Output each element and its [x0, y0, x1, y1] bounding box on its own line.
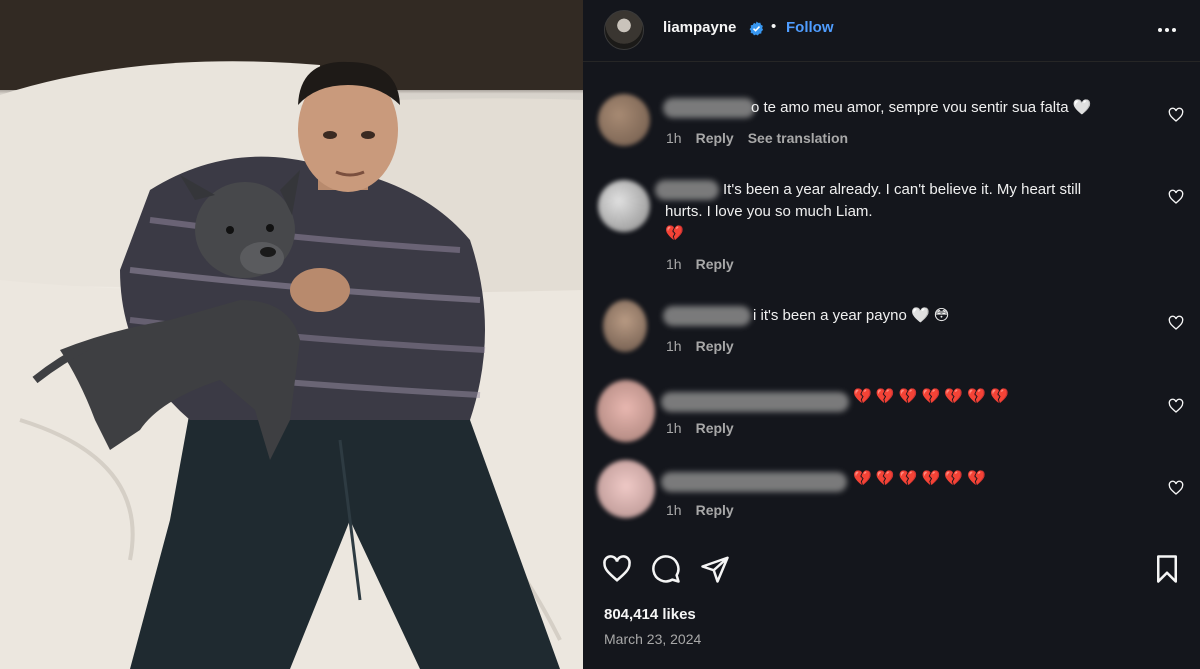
reply-button[interactable]: Reply [696, 502, 734, 518]
comment-like-heart-icon[interactable] [1168, 107, 1184, 123]
commenter-avatar[interactable] [597, 380, 655, 442]
commenter-avatar[interactable] [603, 300, 647, 352]
comment-text: o te amo meu amor, sempre vou sentir sua… [751, 99, 1092, 116]
comment-time: 1h [666, 256, 682, 272]
comment-like-heart-icon[interactable] [1168, 315, 1184, 331]
commenter-avatar[interactable] [598, 94, 650, 146]
paper-plane-icon[interactable] [700, 554, 730, 584]
verified-badge-icon [749, 21, 764, 36]
author-avatar[interactable] [604, 10, 644, 50]
commenter-avatar[interactable] [597, 460, 655, 518]
reply-button[interactable]: Reply [696, 130, 734, 146]
more-options-icon[interactable] [1153, 18, 1181, 42]
comment-text-line3: 💔 [665, 225, 684, 242]
reply-button[interactable]: Reply [696, 256, 734, 272]
comment-meta: 1h Reply [666, 338, 734, 354]
comment-text-line1: It's been a year already. I can't believ… [723, 181, 1082, 198]
post-action-bar [583, 548, 1200, 592]
comment-item: It's been a year already. I can't believ… [583, 176, 1200, 286]
comment-time: 1h [666, 338, 682, 354]
comment-like-heart-icon[interactable] [1168, 480, 1184, 496]
comments-list: o te amo meu amor, sempre vou sentir sua… [583, 62, 1200, 540]
post-side-panel: liampayne • Follow o te amo meu amor, se… [583, 0, 1200, 669]
comment-like-heart-icon[interactable] [1168, 189, 1184, 205]
comment-bubble-icon[interactable] [651, 554, 681, 584]
comment-like-heart-icon[interactable] [1168, 398, 1184, 414]
comment-text-line2: hurts. I love you so much Liam. [665, 203, 873, 220]
blurred-username [661, 392, 849, 412]
commenter-avatar[interactable] [598, 180, 650, 232]
bookmark-icon[interactable] [1152, 554, 1182, 584]
comment-time: 1h [666, 420, 682, 436]
comment-meta: 1h Reply [666, 256, 734, 272]
comment-text: i it's been a year payno 🤍 😳 [753, 307, 950, 324]
blurred-username [663, 306, 751, 326]
see-translation-link[interactable]: See translation [748, 130, 848, 146]
instagram-post: liampayne • Follow o te amo meu amor, se… [0, 0, 1200, 669]
blurred-username [655, 180, 719, 200]
comment-item: o te amo meu amor, sempre vou sentir sua… [583, 90, 1200, 160]
reply-button[interactable]: Reply [696, 338, 734, 354]
reply-button[interactable]: Reply [696, 420, 734, 436]
comment-meta: 1h Reply [666, 502, 734, 518]
post-photo-illustration [0, 0, 583, 669]
comment-time: 1h [666, 130, 682, 146]
post-date: March 23, 2024 [604, 631, 702, 647]
likes-count[interactable]: 804,414 likes [604, 606, 696, 623]
comment-item: i it's been a year payno 🤍 😳 1h Reply [583, 300, 1200, 370]
post-header: liampayne • Follow [583, 0, 1200, 62]
author-username[interactable]: liampayne [663, 19, 736, 36]
blurred-username [661, 472, 847, 492]
comment-time: 1h [666, 502, 682, 518]
follow-button[interactable]: Follow [786, 19, 834, 36]
heart-icon[interactable] [602, 554, 632, 584]
header-separator: • [771, 18, 777, 35]
comment-item: 💔 💔 💔 💔 💔 💔 1h Reply [583, 460, 1200, 530]
comment-meta: 1h Reply [666, 420, 734, 436]
blurred-username [663, 98, 755, 118]
post-photo[interactable] [0, 0, 583, 669]
comment-text: 💔 💔 💔 💔 💔 💔 [853, 470, 986, 487]
comment-text: 💔 💔 💔 💔 💔 💔 💔 [853, 388, 1009, 405]
comment-meta: 1h Reply See translation [666, 130, 848, 146]
comment-item: 💔 💔 💔 💔 💔 💔 💔 1h Reply [583, 378, 1200, 448]
